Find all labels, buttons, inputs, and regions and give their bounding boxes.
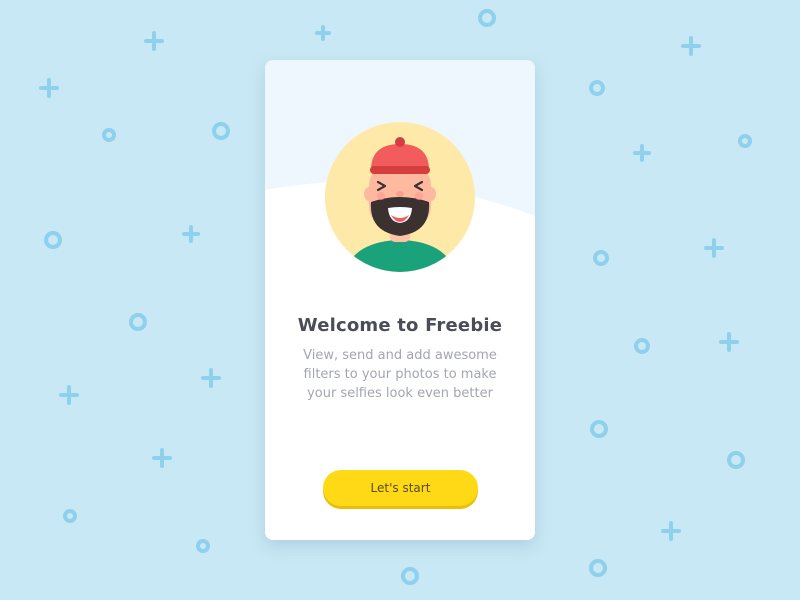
circle-icon <box>401 567 419 585</box>
welcome-title: Welcome to Freebie <box>297 315 503 336</box>
plus-icon <box>633 144 651 162</box>
circle-icon <box>738 134 752 148</box>
circle-icon <box>589 80 605 96</box>
plus-icon <box>704 238 724 258</box>
circle-icon <box>727 451 745 469</box>
welcome-description: View, send and add awesome filters to yo… <box>303 348 497 401</box>
circle-icon <box>593 250 609 266</box>
plus-icon <box>152 448 172 468</box>
plus-icon <box>39 78 59 98</box>
circle-icon <box>589 559 607 577</box>
circle-icon <box>590 420 608 438</box>
plus-icon <box>144 31 164 51</box>
plus-icon <box>681 36 701 56</box>
circle-icon <box>196 539 210 553</box>
bearded-man-avatar-icon <box>325 122 475 272</box>
plus-icon <box>315 25 331 41</box>
circle-icon <box>63 509 77 523</box>
lets-start-button[interactable]: Let's start <box>323 470 478 506</box>
circle-icon <box>634 338 650 354</box>
welcome-card: Welcome to Freebie View, send and add aw… <box>265 60 535 540</box>
plus-icon <box>719 332 739 352</box>
circle-icon <box>102 128 116 142</box>
circle-icon <box>129 313 147 331</box>
circle-icon <box>478 9 496 27</box>
plus-icon <box>59 385 79 405</box>
circle-icon <box>44 231 62 249</box>
plus-icon <box>182 225 200 243</box>
plus-icon <box>661 521 681 541</box>
plus-icon <box>201 368 221 388</box>
circle-icon <box>212 122 230 140</box>
